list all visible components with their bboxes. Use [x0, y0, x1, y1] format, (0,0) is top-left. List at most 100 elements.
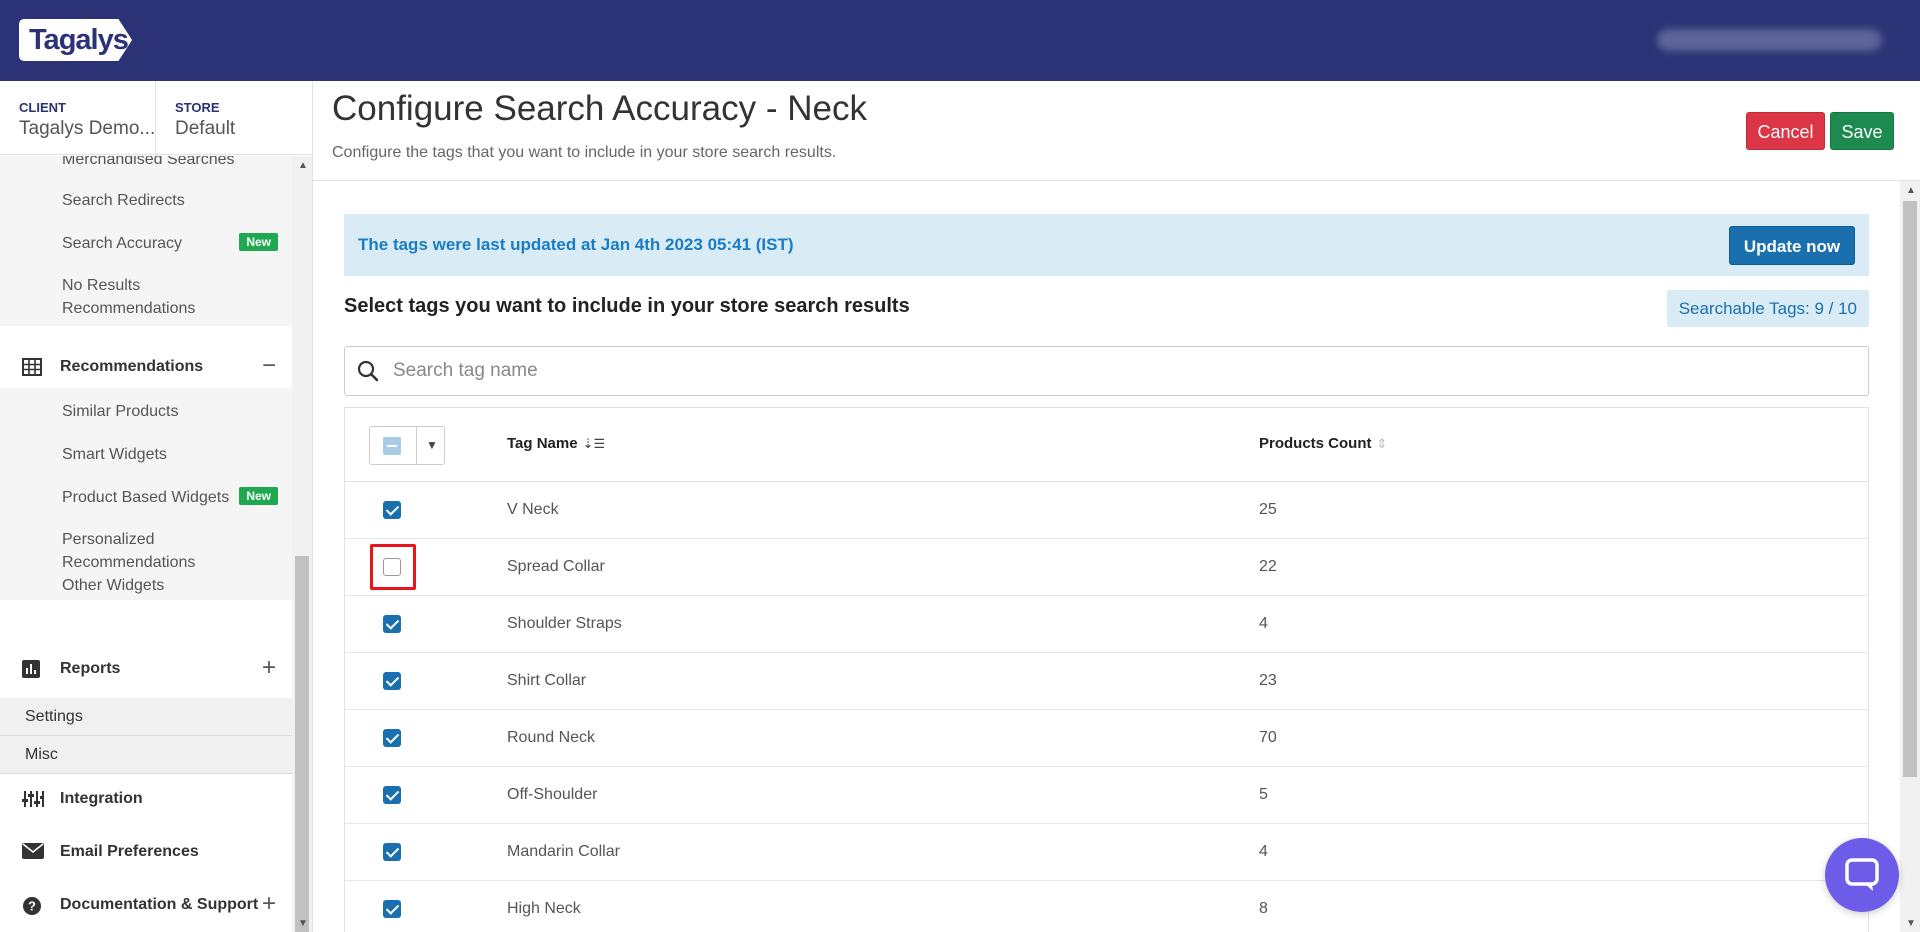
column-header-products-count[interactable]: Products Count ⇕	[1259, 435, 1387, 452]
column-label: Tag Name	[507, 435, 578, 452]
column-header-tag-name[interactable]: Tag Name ⇣☰	[507, 435, 605, 452]
store-value: Default	[175, 118, 236, 139]
table-row: Shirt Collar 23	[345, 653, 1868, 710]
client-value: Tagalys Demo...	[19, 118, 156, 139]
scroll-down-icon[interactable]: ▼	[298, 918, 308, 929]
section-title: Select tags you want to include in your …	[344, 295, 910, 317]
row-checkbox[interactable]	[383, 843, 401, 861]
content-area: The tags were last updated at Jan 4th 20…	[313, 181, 1900, 932]
sliders-icon	[22, 790, 44, 810]
tag-name-cell: Shirt Collar	[507, 672, 587, 689]
alert-text: The tags were last updated at Jan 4th 20…	[358, 235, 794, 254]
select-all-checkbox[interactable]	[383, 437, 401, 455]
table-row: Shoulder Straps 4	[345, 596, 1868, 653]
row-checkbox[interactable]	[383, 729, 401, 747]
sidebar-item-label: Documentation & Support	[60, 896, 259, 913]
table-header: ▼ Tag Name ⇣☰ Products Count ⇕	[345, 408, 1868, 482]
sidebar-item-personalized-recommendations[interactable]: Personalized Recommendations	[62, 528, 232, 574]
sidebar: CLIENT Tagalys Demo... STORE Default Mer…	[0, 81, 313, 932]
sidebar-scrollbar[interactable]: ▲ ▼	[292, 156, 312, 932]
client-selector[interactable]: CLIENT Tagalys Demo...	[0, 81, 156, 155]
sidebar-item-smart-widgets[interactable]: Smart Widgets	[62, 443, 167, 466]
sidebar-nav: Merchandised Searches Search Redirects S…	[0, 156, 292, 932]
sidebar-item-reports[interactable]: Reports +	[0, 650, 292, 690]
search-icon	[357, 360, 379, 382]
sidebar-section-misc[interactable]: Misc	[0, 736, 292, 774]
products-count-cell: 4	[1259, 843, 1268, 860]
products-count-cell: 5	[1259, 786, 1268, 803]
tags-table: ▼ Tag Name ⇣☰ Products Count ⇕ V Neck 25 S…	[344, 407, 1869, 932]
table-row: Spread Collar 22	[345, 539, 1868, 596]
update-now-button[interactable]: Update now	[1729, 226, 1855, 265]
client-label: CLIENT	[19, 100, 66, 115]
collapse-icon[interactable]: −	[262, 352, 276, 380]
chat-icon	[1845, 858, 1879, 891]
grid-icon	[22, 358, 44, 378]
scroll-down-icon[interactable]: ▼	[1906, 918, 1916, 929]
scrollbar-thumb[interactable]	[295, 556, 309, 932]
sort-desc-icon[interactable]: ⇣☰	[583, 436, 606, 451]
table-row: V Neck 25	[345, 482, 1868, 539]
sidebar-item-product-based-widgets[interactable]: Product Based Widgets	[62, 486, 229, 509]
sidebar-item-label: Email Preferences	[60, 843, 199, 860]
tagalys-logo[interactable]: Tagalys	[19, 19, 132, 61]
scroll-up-icon[interactable]: ▲	[298, 160, 308, 171]
tag-name-cell: V Neck	[507, 501, 559, 518]
top-header: Tagalys	[0, 0, 1920, 81]
sidebar-item-other-widgets[interactable]: Other Widgets	[62, 574, 164, 597]
row-checkbox[interactable]	[383, 501, 401, 519]
caret-down-icon[interactable]: ▼	[426, 438, 438, 452]
recommendations-submenu: Similar Products Smart Widgets Product B…	[0, 388, 292, 600]
new-badge: New	[239, 487, 278, 505]
sidebar-item-similar-products[interactable]: Similar Products	[62, 400, 178, 423]
tag-name-cell: Mandarin Collar	[507, 843, 620, 860]
save-button[interactable]: Save	[1830, 112, 1894, 150]
sidebar-item-recommendations[interactable]: Recommendations −	[0, 348, 292, 388]
sidebar-item-email-preferences[interactable]: Email Preferences	[0, 833, 292, 873]
table-row: Off-Shoulder 5	[345, 767, 1868, 824]
row-checkbox[interactable]	[383, 615, 401, 633]
bulk-select-dropdown[interactable]: ▼	[369, 426, 445, 465]
envelope-icon	[22, 843, 44, 863]
sidebar-item-search-accuracy[interactable]: Search Accuracy	[62, 232, 182, 255]
sidebar-item-no-results-recommendations[interactable]: No Results Recommendations	[62, 274, 232, 320]
expand-icon[interactable]: +	[262, 890, 276, 918]
tag-name-cell: Off-Shoulder	[507, 786, 598, 803]
tag-name-cell: Round Neck	[507, 729, 596, 746]
row-checkbox[interactable]	[383, 900, 401, 918]
search-tag-input[interactable]	[393, 357, 1793, 385]
scrollbar-thumb[interactable]	[1903, 201, 1917, 777]
products-count-cell: 23	[1259, 672, 1277, 689]
help-circle-icon: ?	[22, 896, 44, 916]
divider	[416, 427, 417, 464]
store-selector[interactable]: STORE Default	[156, 81, 312, 155]
scroll-up-icon[interactable]: ▲	[1906, 185, 1916, 196]
table-row: High Neck 8	[345, 881, 1868, 932]
products-count-cell: 4	[1259, 615, 1268, 632]
page-title: Configure Search Accuracy - Neck	[332, 89, 867, 128]
row-checkbox[interactable]	[383, 786, 401, 804]
sidebar-item-integration[interactable]: Integration	[0, 780, 292, 820]
page-subtitle: Configure the tags that you want to incl…	[332, 144, 837, 161]
main-scrollbar[interactable]: ▲ ▼	[1900, 181, 1920, 932]
products-count-cell: 8	[1259, 900, 1268, 917]
sort-icon[interactable]: ⇕	[1377, 436, 1388, 451]
sidebar-item-label: Integration	[60, 790, 143, 807]
sidebar-item-documentation[interactable]: ? Documentation & Support +	[0, 886, 292, 926]
tag-name-cell: Spread Collar	[507, 558, 605, 575]
sidebar-item-search-redirects[interactable]: Search Redirects	[62, 189, 185, 212]
column-label: Products Count	[1259, 435, 1372, 452]
row-checkbox[interactable]	[383, 672, 401, 690]
sidebar-section-settings[interactable]: Settings	[0, 698, 292, 736]
expand-icon[interactable]: +	[262, 654, 276, 682]
client-store-selector: CLIENT Tagalys Demo... STORE Default	[0, 81, 312, 155]
chat-launcher-button[interactable]	[1825, 838, 1899, 912]
cancel-button[interactable]: Cancel	[1746, 112, 1825, 150]
products-count-cell: 70	[1259, 729, 1277, 746]
sidebar-item-merchandised-searches[interactable]: Merchandised Searches	[62, 156, 235, 171]
svg-text:?: ?	[28, 899, 36, 914]
table-row: Mandarin Collar 4	[345, 824, 1868, 881]
store-label: STORE	[175, 100, 220, 115]
user-menu[interactable]	[1657, 29, 1882, 51]
last-updated-alert: The tags were last updated at Jan 4th 20…	[344, 214, 1869, 276]
